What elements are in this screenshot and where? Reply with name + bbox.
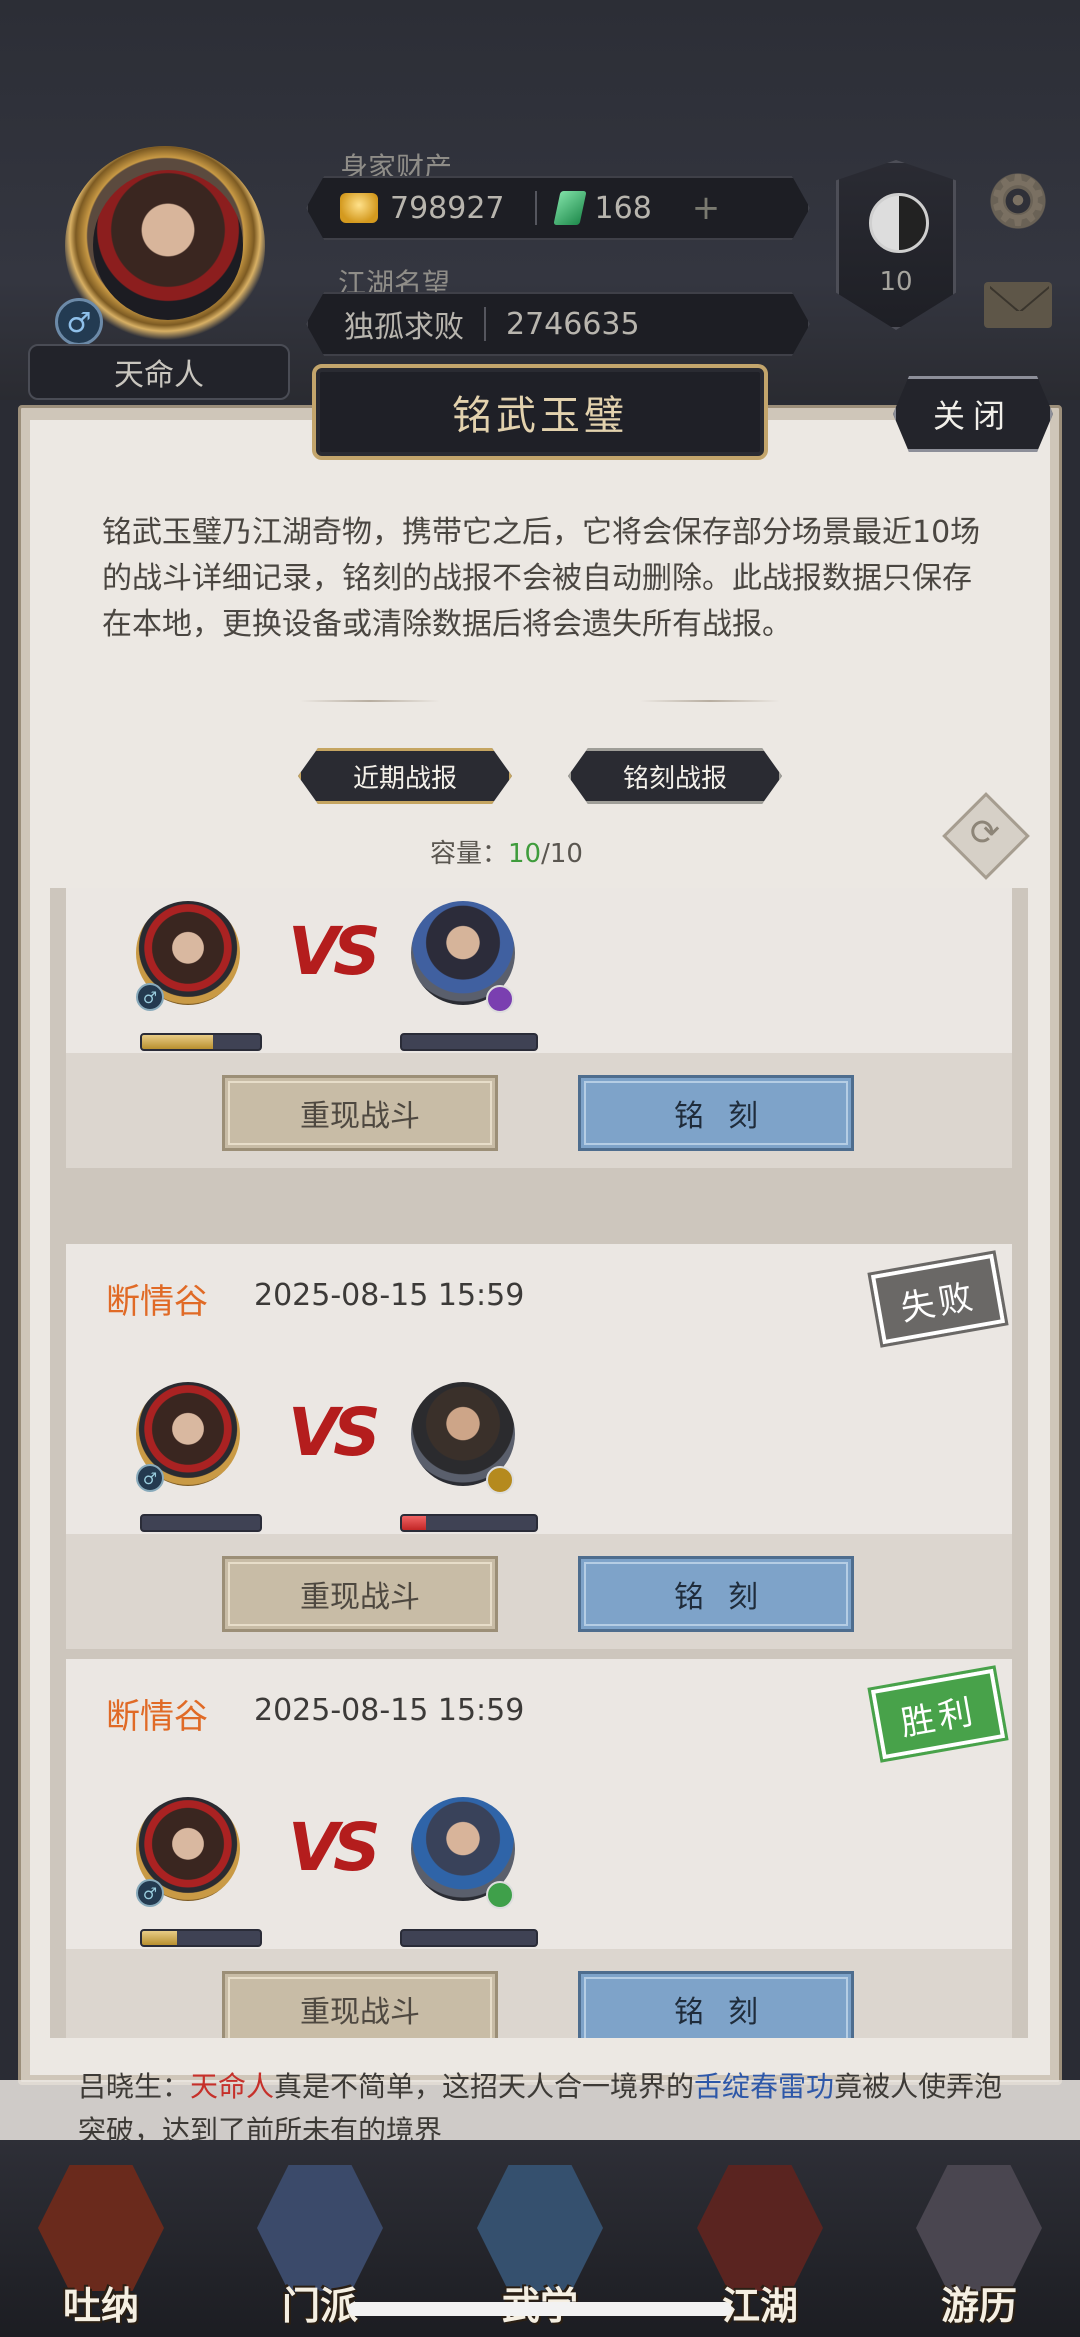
meditation-gourd-icon bbox=[38, 2165, 164, 2291]
enemy-hp-fill bbox=[402, 1516, 427, 1530]
divider bbox=[535, 191, 537, 225]
engrave-button[interactable]: 铭刻 bbox=[578, 1075, 854, 1151]
capacity-readout: 容量：10/10 bbox=[430, 833, 583, 870]
ornament-divider-left bbox=[300, 700, 440, 702]
vs-icon: VS bbox=[288, 1394, 381, 1471]
male-icon: ♂ bbox=[136, 1879, 164, 1907]
tab-engraved-reports[interactable]: 铭刻战报 bbox=[568, 748, 782, 804]
battle-report-list[interactable]: 胜利 ♂ VS 重现战斗 铭刻 断情谷 2025-08-15 15:59 失败 … bbox=[50, 888, 1028, 2038]
enemy-hp-bar bbox=[400, 1514, 538, 1532]
capacity-label: 容量： bbox=[430, 839, 509, 869]
enemy-hp-bar bbox=[400, 1929, 538, 1947]
mail-icon[interactable] bbox=[984, 282, 1052, 328]
dialog-description: 铭武玉璧乃江湖奇物，携带它之后，它将会保存部分场景最近10场的战斗详细记录，铭刻… bbox=[102, 515, 981, 642]
top-status-bar: ♂ 天命人 身家财产 798927 168 + 江湖名望 独孤求败 274663… bbox=[0, 0, 1080, 400]
chat-speaker: 吕晓生： bbox=[78, 2070, 191, 2103]
card-actions: 重现战斗 铭刻 bbox=[66, 1534, 1012, 1649]
fame-bar: 独孤求败 2746635 bbox=[306, 292, 810, 356]
male-icon: ♂ bbox=[136, 1464, 164, 1492]
divider bbox=[484, 307, 486, 341]
jade-amount: 168 bbox=[594, 190, 652, 226]
battle-time: 2025-08-15 15:59 bbox=[254, 1278, 525, 1313]
self-hp-fill bbox=[142, 1035, 213, 1049]
horse-icon bbox=[916, 2165, 1042, 2291]
dialog-title: 铭武玉璧 bbox=[312, 364, 768, 460]
nav-label: 游历 bbox=[940, 2284, 1017, 2328]
engrave-button[interactable]: 铭刻 bbox=[578, 1971, 854, 2038]
player-title: 天命人 bbox=[28, 344, 290, 400]
world-chat[interactable]: 吕晓生：天命人真是不简单，这招天人合一境界的舌绽春雷功竟被人使弄泡突破，达到了前… bbox=[78, 2065, 1018, 2145]
self-hp-bar bbox=[140, 1929, 262, 1947]
vs-icon: VS bbox=[288, 1809, 381, 1886]
scroll-book-icon bbox=[477, 2165, 603, 2291]
close-button[interactable]: 关闭 bbox=[893, 376, 1053, 452]
avatar-portrait bbox=[93, 170, 243, 320]
enemy-hp-bar bbox=[400, 1033, 538, 1051]
chat-player-name: 天命人 bbox=[190, 2070, 275, 2103]
straw-hat-icon bbox=[697, 2165, 823, 2291]
card-actions: 重现战斗 铭刻 bbox=[66, 1053, 1012, 1168]
tab-recent-reports[interactable]: 近期战报 bbox=[298, 748, 512, 804]
level-number: 10 bbox=[879, 267, 913, 297]
gold-amount: 798927 bbox=[390, 190, 505, 226]
nav-tuna[interactable]: 吐纳 bbox=[26, 2165, 176, 2337]
fame-value: 2746635 bbox=[506, 306, 640, 342]
chat-text: 真是不简单，这招天人合一境界的 bbox=[274, 2070, 695, 2103]
self-hp-bar bbox=[140, 1033, 262, 1051]
taichi-icon bbox=[869, 193, 929, 253]
gold-ingot-icon bbox=[340, 193, 378, 223]
nav-label: 吐纳 bbox=[62, 2284, 139, 2328]
male-icon: ♂ bbox=[55, 298, 103, 346]
male-icon: ♂ bbox=[136, 983, 164, 1011]
battle-time: 2025-08-15 15:59 bbox=[254, 1693, 525, 1728]
replay-battle-button[interactable]: 重现战斗 bbox=[222, 1971, 498, 2038]
replay-battle-button[interactable]: 重现战斗 bbox=[222, 1556, 498, 1632]
self-hp-fill bbox=[142, 1931, 178, 1945]
vs-icon: VS bbox=[288, 913, 381, 990]
currency-bar: 798927 168 + bbox=[306, 176, 810, 240]
capacity-total: /10 bbox=[541, 839, 583, 869]
battle-report-card: 断情谷 2025-08-15 15:59 胜利 ♂ VS 重现战斗 铭刻 bbox=[66, 1659, 1012, 2038]
replay-battle-button[interactable]: 重现战斗 bbox=[222, 1075, 498, 1151]
faction-icon bbox=[486, 985, 514, 1013]
battle-location: 断情谷 bbox=[106, 1697, 208, 1737]
sect-banner-icon bbox=[257, 2165, 383, 2291]
add-currency-button[interactable]: + bbox=[692, 188, 721, 228]
battle-location: 断情谷 bbox=[106, 1282, 208, 1322]
nav-travel[interactable]: 游历 bbox=[904, 2165, 1054, 2337]
battle-report-card: 断情谷 2025-08-15 15:59 失败 ♂ VS 重现战斗 铭刻 bbox=[66, 1244, 1012, 1649]
player-avatar[interactable]: ♂ bbox=[25, 140, 295, 370]
fame-rank: 独孤求败 bbox=[344, 310, 464, 345]
capacity-used: 10 bbox=[508, 839, 542, 869]
ornament-divider-right bbox=[640, 700, 780, 702]
gear-icon[interactable]: ⚙ bbox=[985, 166, 1051, 236]
cultivation-level-badge[interactable]: 10 bbox=[836, 160, 956, 330]
home-indicator[interactable] bbox=[348, 2302, 732, 2316]
battle-report-card: 胜利 ♂ VS 重现战斗 铭刻 bbox=[66, 888, 1012, 1168]
self-hp-bar bbox=[140, 1514, 262, 1532]
chat-skill-name: 舌绽春雷功 bbox=[694, 2070, 835, 2103]
engrave-button[interactable]: 铭刻 bbox=[578, 1556, 854, 1632]
faction-icon bbox=[486, 1466, 514, 1494]
jade-icon bbox=[553, 191, 586, 225]
faction-icon bbox=[486, 1881, 514, 1909]
card-actions: 重现战斗 铭刻 bbox=[66, 1949, 1012, 2038]
